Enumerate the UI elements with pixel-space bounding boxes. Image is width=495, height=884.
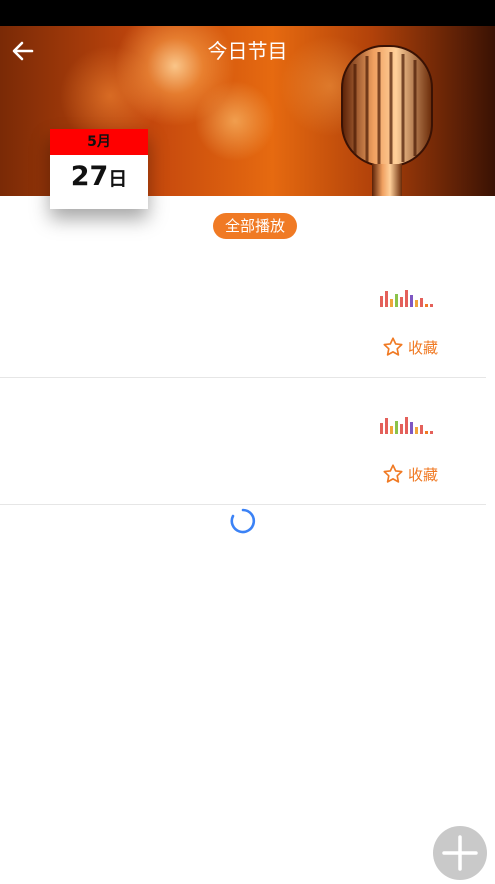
calendar-day: 27日 [50,157,148,200]
page-title: 今日节目 [207,39,288,63]
star-icon [383,464,403,483]
star-icon [383,337,403,356]
program-item[interactable]: 收藏 [0,252,486,378]
audio-bars-icon [380,290,433,307]
program-item[interactable]: 收藏 [0,379,486,505]
loading-spinner-icon [230,508,256,534]
calendar-day-unit: 日 [108,168,128,190]
favorite-button[interactable]: 收藏 [382,463,438,485]
favorite-button[interactable]: 收藏 [382,336,438,358]
calendar-day-number: 27 [70,161,109,192]
add-button[interactable] [433,826,487,880]
date-calendar-badge: 5月 27日 [50,129,148,209]
play-all-button[interactable]: 全部播放 [213,213,297,239]
calendar-month: 5月 [50,129,148,155]
favorite-label: 收藏 [407,465,438,484]
plus-icon [442,835,478,871]
status-bar [0,0,495,26]
favorite-label: 收藏 [407,338,438,357]
audio-bars-icon [380,417,433,434]
